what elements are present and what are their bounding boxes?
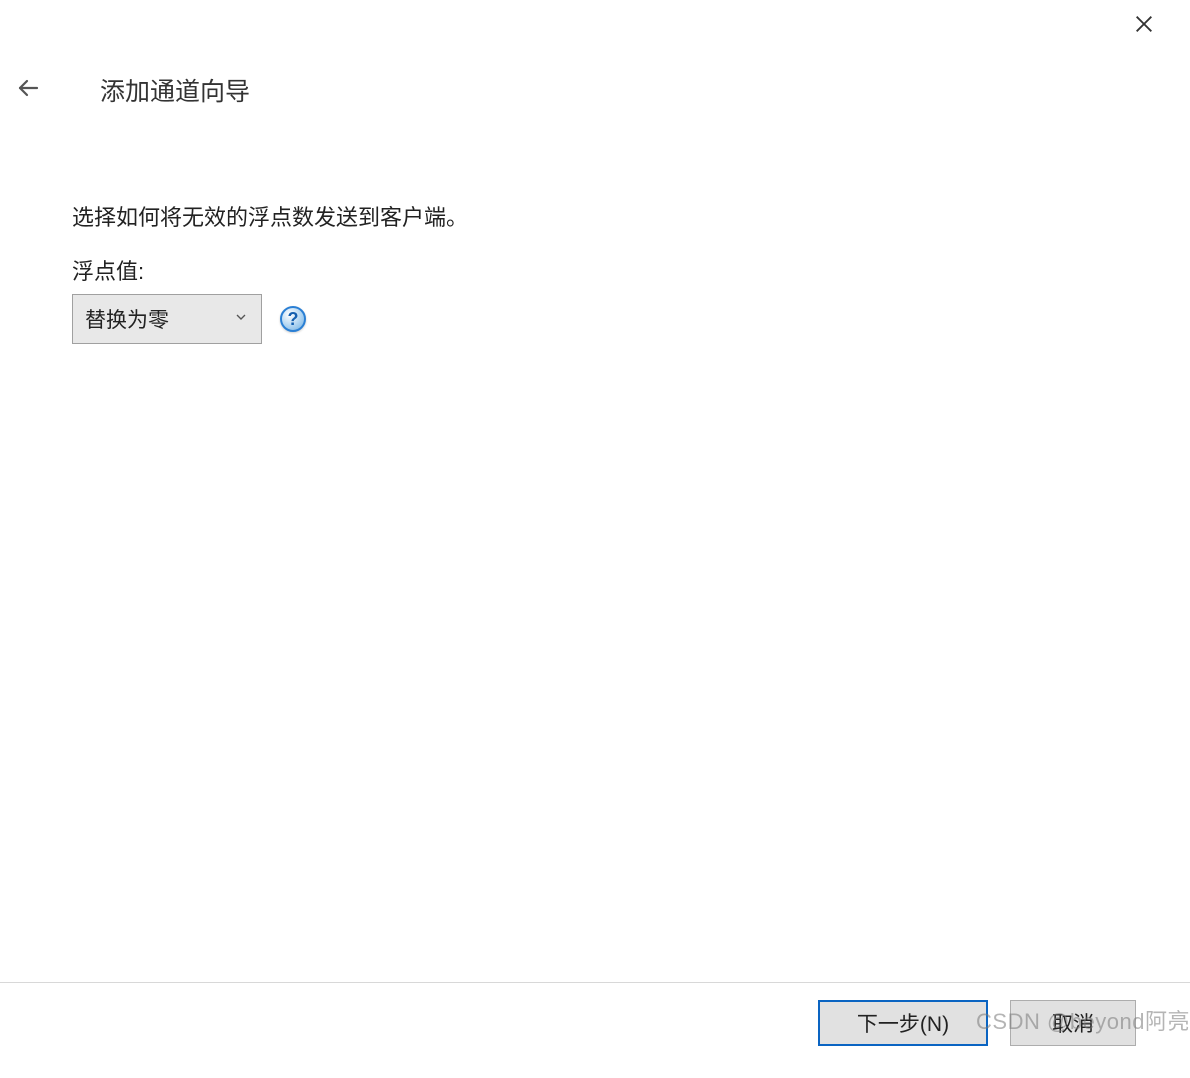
field-row: 替换为零 ? [72, 294, 1118, 344]
float-value-select[interactable]: 替换为零 [72, 294, 262, 344]
next-button[interactable]: 下一步(N) [818, 1000, 988, 1046]
wizard-footer: 下一步(N) 取消 [0, 982, 1190, 1042]
float-value-label: 浮点值: [72, 254, 1118, 286]
close-icon [1133, 13, 1155, 40]
cancel-button[interactable]: 取消 [1010, 1000, 1136, 1046]
help-symbol: ? [288, 309, 299, 330]
select-value: 替换为零 [85, 304, 233, 334]
wizard-title: 添加通道向导 [100, 72, 250, 108]
wizard-content: 选择如何将无效的浮点数发送到客户端。 浮点值: 替换为零 ? [72, 200, 1118, 344]
back-button[interactable] [12, 74, 44, 106]
arrow-left-icon [16, 76, 40, 105]
wizard-header: 添加通道向导 [12, 72, 250, 108]
chevron-down-icon [233, 309, 249, 330]
help-icon[interactable]: ? [280, 306, 306, 332]
close-button[interactable] [1128, 10, 1160, 42]
description-text: 选择如何将无效的浮点数发送到客户端。 [72, 200, 1118, 232]
